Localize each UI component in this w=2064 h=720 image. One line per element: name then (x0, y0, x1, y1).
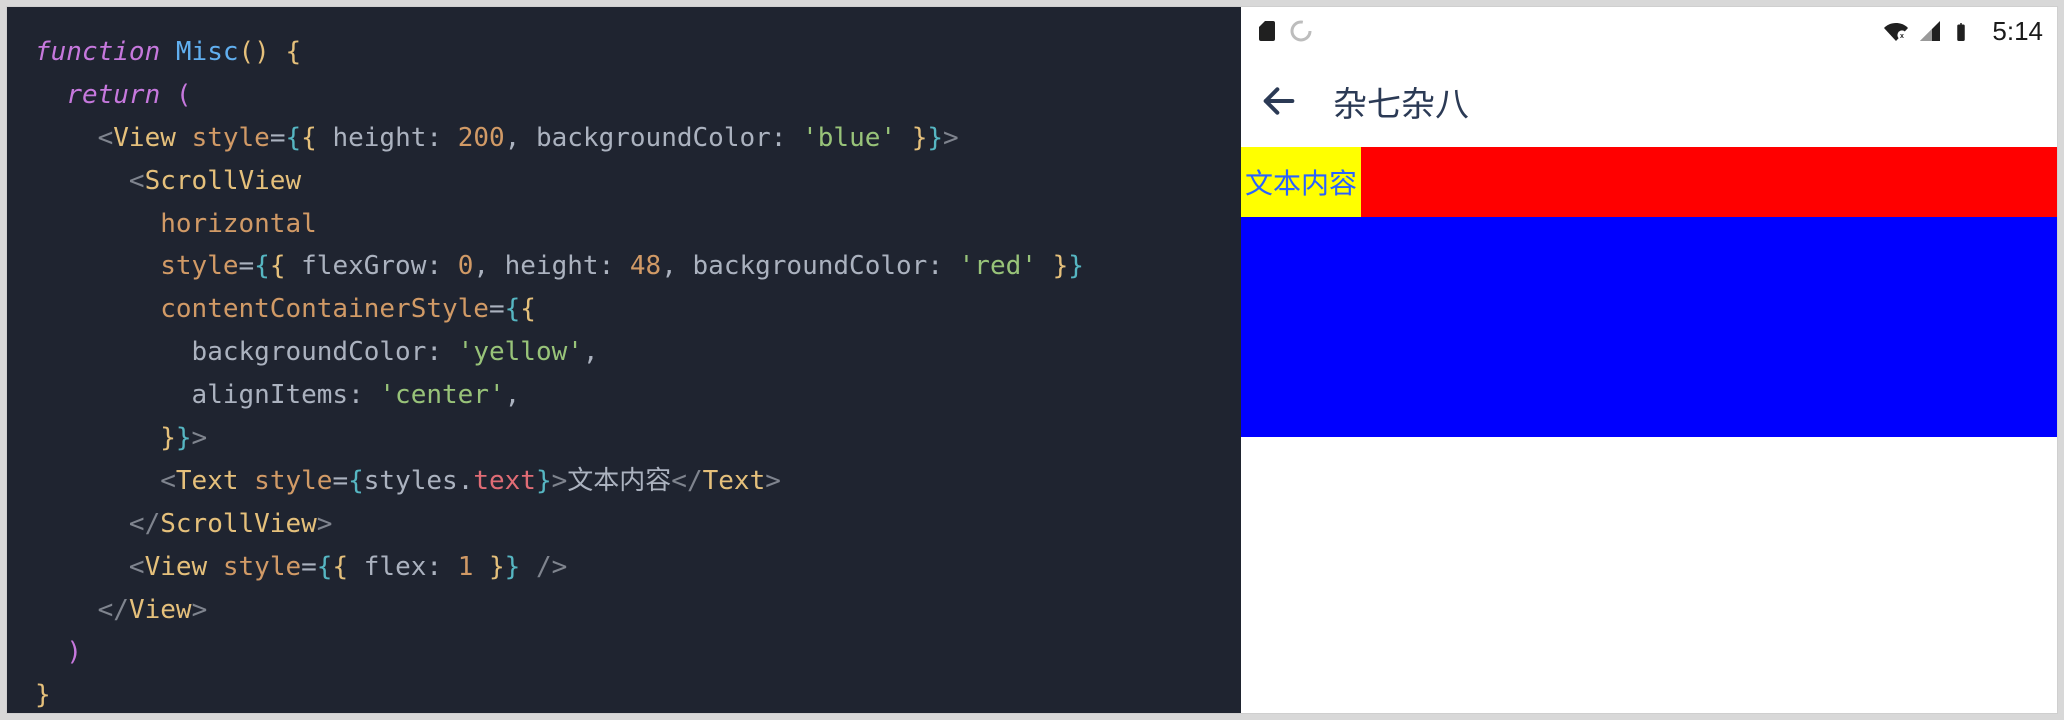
jsx-tag-view-close: View (129, 595, 192, 625)
back-icon[interactable] (1259, 81, 1299, 121)
split-container: function Misc() { return ( <View style={… (6, 6, 2058, 714)
jsx-text-literal: 文本内容 (567, 466, 671, 496)
jsx-tag-text-open: Text (176, 466, 239, 496)
rn-preview-area: 文本内容 (1241, 147, 2057, 437)
status-time: 5:14 (1992, 16, 2043, 47)
rn-scroll-content-yellow: 文本内容 (1241, 147, 1361, 217)
phone-preview: x 5:14 杂七杂八 文本内容 (1241, 7, 2057, 713)
jsx-tag-view-open: View (113, 123, 176, 153)
attr-style: style (192, 123, 270, 153)
attr-contentcontainerstyle: contentContainerStyle (160, 294, 489, 324)
rn-flex-fill (1241, 217, 2057, 437)
function-name: Misc (176, 37, 239, 67)
appbar-title: 杂七杂八 (1333, 77, 1469, 126)
sd-card-icon (1255, 19, 1279, 43)
attr-horizontal: horizontal (160, 209, 317, 239)
rn-view-blue: 文本内容 (1241, 147, 2057, 437)
keyword-function: function (35, 37, 160, 67)
app-bar: 杂七杂八 (1241, 55, 2057, 147)
status-bar: x 5:14 (1241, 7, 2057, 55)
jsx-tag-scrollview-close: ScrollView (160, 509, 317, 539)
rn-scrollview-red[interactable]: 文本内容 (1241, 147, 2057, 217)
code-editor[interactable]: function Misc() { return ( <View style={… (7, 7, 1241, 713)
keyword-return: return (66, 80, 160, 110)
rn-text: 文本内容 (1245, 162, 1357, 202)
jsx-tag-scrollview-open: ScrollView (145, 166, 302, 196)
svg-text:x: x (1900, 33, 1904, 40)
phone-empty-below (1241, 437, 2057, 713)
battery-icon (1952, 19, 1976, 43)
screenshot-frame: function Misc() { return ( <View style={… (0, 0, 2064, 720)
wifi-icon: x (1884, 19, 1908, 43)
spinner-icon (1289, 19, 1313, 43)
cell-signal-icon (1918, 19, 1942, 43)
